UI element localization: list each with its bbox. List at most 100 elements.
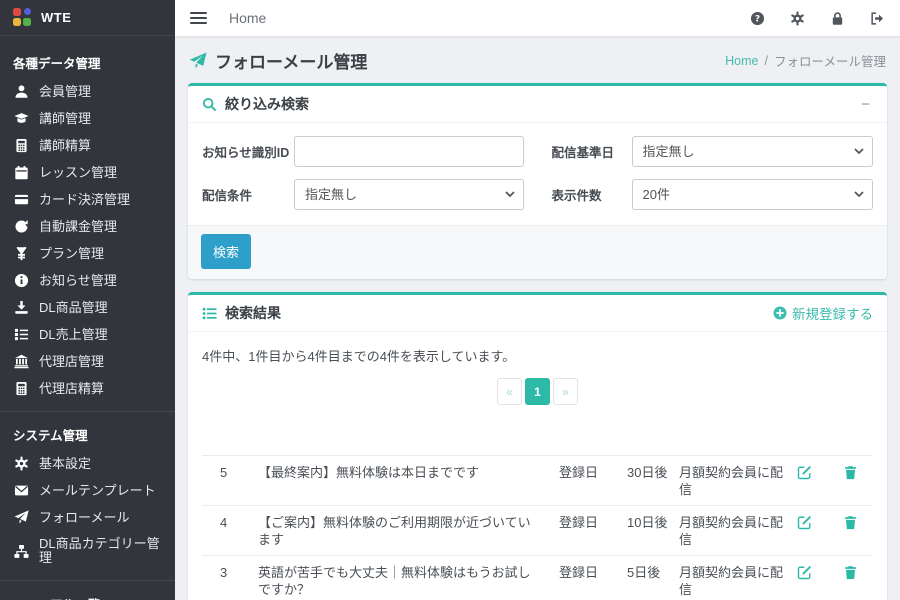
breadcrumb-current: フォローメール管理 — [774, 51, 886, 70]
results-panel: 検索結果 新規登録する 4件中、1件目から4件目までの4件を表示しています。 «… — [188, 292, 887, 600]
delivery-condition-label: 配信条件 — [202, 185, 294, 204]
delete-icon[interactable] — [843, 514, 873, 530]
calculator-icon — [13, 381, 29, 396]
delete-icon[interactable] — [843, 564, 873, 580]
list-check-icon — [13, 327, 29, 342]
calendar-icon — [13, 165, 29, 180]
info-circle-icon — [13, 273, 29, 288]
menu-toggle-icon[interactable] — [190, 12, 207, 24]
app-logo[interactable]: WTE — [0, 0, 175, 36]
sign-out-icon[interactable] — [870, 11, 885, 26]
sidebar-item-dl-sales[interactable]: DL売上管理 — [0, 321, 175, 348]
credit-card-icon — [13, 192, 29, 207]
sidebar-item-members[interactable]: 会員管理 — [0, 78, 175, 105]
row-timing: 5日後 — [627, 564, 673, 581]
notice-id-input[interactable] — [294, 136, 524, 167]
bank-icon — [13, 354, 29, 369]
topbar-icons: ? — [750, 11, 885, 26]
sidebar: WTE 各種データ管理 会員管理 講師管理 講師精算 レッスン管理 カ — [0, 0, 175, 600]
sidebar-item-label: カード決済管理 — [39, 193, 130, 207]
sidebar-item-agency-settlement[interactable]: 代理店精算 — [0, 375, 175, 402]
delivery-base-date-select[interactable]: 指定無し — [632, 136, 874, 167]
main-area: Home ? フォローメール管理 Home / フォローメール管理 — [175, 0, 900, 600]
display-count-select[interactable]: 20件 — [632, 179, 874, 210]
page-header: フォローメール管理 Home / フォローメール管理 — [189, 48, 886, 73]
sidebar-item-label: 会員管理 — [39, 85, 91, 99]
row-title: 【ご案内】無料体験のご利用期限が近づいています — [258, 514, 541, 548]
sidebar-item-dl-products[interactable]: DL商品管理 — [0, 294, 175, 321]
collapse-button[interactable]: − — [858, 97, 873, 112]
topbar-home-link[interactable]: Home — [229, 10, 266, 26]
lock-icon[interactable] — [830, 11, 845, 26]
pagination-prev-button[interactable]: « — [497, 378, 522, 405]
breadcrumb-separator: / — [765, 54, 768, 68]
display-count-label: 表示件数 — [552, 185, 632, 204]
sidebar-item-lessons[interactable]: レッスン管理 — [0, 159, 175, 186]
nav-section-data: 各種データ管理 — [0, 40, 175, 78]
sidebar-item-auto-billing[interactable]: 自動課金管理 — [0, 213, 175, 240]
results-panel-header: 検索結果 新規登録する — [188, 295, 887, 332]
sidebar-item-label: 代理店精算 — [39, 382, 104, 396]
sidebar-item-notices[interactable]: お知らせ管理 — [0, 267, 175, 294]
pagination-page-1-button[interactable]: 1 — [525, 378, 550, 405]
edit-icon[interactable] — [797, 564, 837, 580]
search-button[interactable]: 検索 — [201, 234, 251, 269]
sidebar-item-label: DL売上管理 — [39, 328, 108, 342]
list-icon — [202, 306, 217, 321]
sidebar-item-label: 基本設定 — [39, 457, 91, 471]
row-reg-label: 登録日 — [547, 514, 621, 531]
sidebar-item-mail-templates[interactable]: メールテンプレート — [0, 477, 175, 504]
sidebar-item-label: 代理店管理 — [39, 355, 104, 369]
pagination: « 1 » — [188, 378, 887, 405]
sidebar-item-agencies[interactable]: 代理店管理 — [0, 348, 175, 375]
search-form: お知らせ識別ID 配信基準日 指定無し 配信条件 — [188, 123, 887, 225]
sidebar-item-card-payments[interactable]: カード決済管理 — [0, 186, 175, 213]
sidebar-item-teacher-settlement[interactable]: 講師精算 — [0, 132, 175, 159]
delivery-condition-select[interactable]: 指定無し — [294, 179, 524, 210]
question-circle-icon[interactable]: ? — [750, 11, 765, 26]
row-target: 月額契約会員に配信 — [679, 464, 791, 498]
app-window: WTE 各種データ管理 会員管理 講師管理 講師精算 レッスン管理 カ — [0, 0, 900, 600]
sidebar-item-label: 講師管理 — [39, 112, 91, 126]
sidebar-item-label: DL商品カテゴリー管理 — [39, 537, 162, 565]
search-panel-header: 絞り込み検索 − — [188, 86, 887, 123]
new-registration-link[interactable]: 新規登録する — [773, 303, 873, 323]
sidebar-item-dl-product-categories[interactable]: DL商品カテゴリー管理 — [0, 531, 175, 571]
sidebar-item-label: フォローメール — [39, 511, 129, 525]
sidebar-item-label: プラン管理 — [39, 247, 104, 261]
notice-id-field-row: お知らせ識別ID — [202, 136, 524, 167]
sidebar-item-follow-mail[interactable]: フォローメール — [0, 504, 175, 531]
row-reg-label: 登録日 — [547, 464, 621, 481]
pagination-next-button[interactable]: » — [553, 378, 578, 405]
envelope-icon — [13, 483, 29, 498]
user-icon — [13, 84, 29, 99]
sidebar-item-label: 講師精算 — [39, 139, 91, 153]
breadcrumb: Home / フォローメール管理 — [725, 51, 886, 70]
graduation-cap-icon — [13, 111, 29, 126]
row-id: 3 — [202, 564, 252, 581]
row-timing: 30日後 — [627, 464, 673, 481]
edit-icon[interactable] — [797, 464, 837, 480]
page-content: フォローメール管理 Home / フォローメール管理 絞り込み検索 − — [175, 36, 900, 600]
row-title: 【最終案内】無料体験は本日までです — [258, 464, 541, 481]
table-row: 5 【最終案内】無料体験は本日までです 登録日 30日後 月額契約会員に配信 — [202, 455, 873, 505]
svg-text:?: ? — [755, 14, 760, 24]
sidebar-item-plans[interactable]: プラン管理 — [0, 240, 175, 267]
sidebar-nav: 各種データ管理 会員管理 講師管理 講師精算 レッスン管理 カード決済管理 — [0, 36, 175, 600]
logo-icon — [13, 8, 32, 27]
sync-icon — [13, 219, 29, 234]
notice-id-label: お知らせ識別ID — [202, 142, 294, 161]
sidebar-item-basic-settings[interactable]: 基本設定 — [0, 450, 175, 477]
delete-icon[interactable] — [843, 464, 873, 480]
results-panel-title: 検索結果 — [202, 303, 281, 323]
row-target: 月額契約会員に配信 — [679, 514, 791, 548]
breadcrumb-home-link[interactable]: Home — [725, 54, 758, 68]
gear-icon[interactable] — [790, 11, 805, 26]
edit-icon[interactable] — [797, 514, 837, 530]
table-row: 3 英語が苦手でも大丈夫｜無料体験はもうお試しですか？ 登録日 5日後 月額契約… — [202, 555, 873, 600]
logo-text: WTE — [41, 10, 71, 25]
sidebar-item-label: DL商品管理 — [39, 301, 108, 315]
sitemap-icon — [13, 544, 29, 559]
plus-circle-icon — [773, 306, 787, 320]
sidebar-item-teachers[interactable]: 講師管理 — [0, 105, 175, 132]
